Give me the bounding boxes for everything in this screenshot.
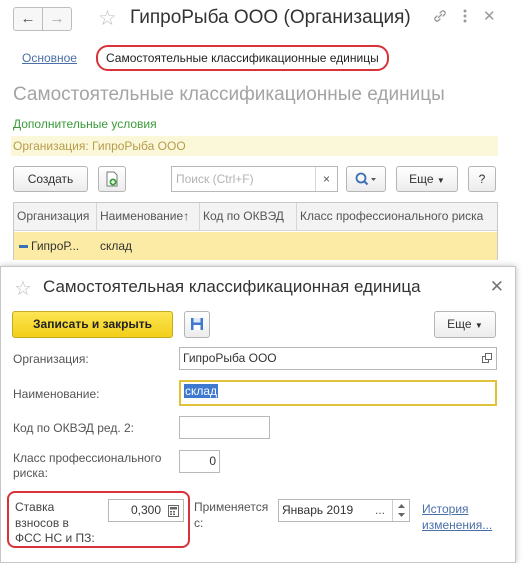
link-icon[interactable] — [432, 8, 448, 29]
chevron-down-icon: ▼ — [436, 176, 445, 185]
history-link-line2[interactable]: изменения... — [422, 518, 492, 532]
save-button[interactable] — [184, 311, 210, 338]
rate-field[interactable]: 0,300 — [108, 499, 184, 522]
organization-value: ГипроРыба ООО — [183, 351, 277, 365]
okved-label: Код по ОКВЭД ред. 2: — [13, 421, 135, 435]
units-table: Организация Наименование↑ Код по ОКВЭД К… — [13, 202, 498, 260]
magnifier-icon — [355, 172, 377, 189]
dialog-chevron-down-icon: ▼ — [474, 321, 483, 330]
floppy-disk-icon — [190, 318, 204, 334]
risk-class-label-line1: Класс профессионального — [13, 451, 162, 465]
organization-filter: Организация: ГипроРыба ООО — [11, 136, 498, 156]
select-period-button[interactable]: ... — [370, 500, 390, 521]
dialog-more-button[interactable]: Еще ▼ — [434, 311, 496, 338]
additional-conditions-link[interactable]: Дополнительные условия — [13, 117, 157, 131]
search-placeholder: Поиск (Ctrl+F) — [176, 172, 254, 186]
tab-classification-units[interactable]: Самостоятельные классификационные единиц… — [96, 45, 389, 71]
back-button[interactable]: ← — [13, 7, 43, 31]
rate-label-line1: Ставка — [15, 500, 55, 514]
tabs-row: Основное Самостоятельные классификационн… — [0, 45, 524, 71]
page-title: Самостоятельные классификационные единиц… — [13, 84, 445, 105]
column-header-name-label: Наименование — [100, 209, 184, 223]
name-value: склад — [184, 384, 219, 398]
column-header-okved[interactable]: Код по ОКВЭД — [200, 203, 297, 230]
cell-organization: ГипроР... — [14, 232, 97, 260]
risk-class-label-line2: риска: — [13, 466, 48, 480]
cell-risk-class — [297, 232, 497, 260]
list-more-label: Еще — [409, 172, 434, 186]
applied-since-label-line1: Применяется — [194, 500, 269, 514]
search-input[interactable]: Поиск (Ctrl+F) × — [171, 166, 338, 192]
arrow-right-icon: → — [49, 10, 65, 27]
forward-button[interactable]: → — [42, 7, 72, 31]
dialog-close-icon[interactable]: ✕ — [490, 277, 504, 297]
help-button[interactable]: ? — [468, 166, 496, 192]
column-header-risk-class[interactable]: Класс профессионального риска — [297, 203, 497, 230]
cell-organization-text: ГипроР... — [31, 239, 80, 253]
rate-value: 0,300 — [130, 503, 161, 517]
applied-since-value: Январь 2019 — [282, 503, 354, 517]
rate-label-line3: ФСС НС и ПЗ: — [15, 531, 95, 545]
clear-search-button[interactable]: × — [315, 167, 337, 191]
dialog-more-label: Еще — [447, 317, 472, 331]
organization-label: Организация: — [13, 352, 89, 366]
save-and-close-button[interactable]: Записать и закрыть — [12, 311, 173, 338]
window-titlebar: ← → ☆ ГипроРыба ООО (Организация) ✕ — [0, 0, 524, 38]
sort-arrow-icon: ↑ — [183, 209, 190, 223]
dialog-title: Самостоятельная классификационная единиц… — [43, 277, 421, 296]
table-header: Организация Наименование↑ Код по ОКВЭД К… — [14, 203, 497, 231]
organization-field[interactable]: ГипроРыба ООО — [179, 347, 497, 370]
copy-create-button[interactable] — [98, 166, 126, 192]
more-vertical-icon[interactable] — [462, 8, 468, 29]
close-icon[interactable]: ✕ — [483, 8, 496, 26]
cell-okved — [200, 232, 297, 260]
history-link-line1[interactable]: История — [422, 502, 469, 516]
row-status-icon — [19, 245, 28, 249]
open-link-icon[interactable] — [482, 348, 493, 371]
classification-unit-dialog: ☆ Самостоятельная классификационная един… — [0, 266, 516, 563]
column-header-name[interactable]: Наименование↑ — [97, 203, 200, 230]
column-header-organization[interactable]: Организация — [14, 203, 97, 230]
risk-class-field[interactable]: 0 — [179, 450, 220, 473]
list-more-button[interactable]: Еще ▼ — [396, 166, 458, 192]
dialog-star-icon[interactable]: ☆ — [14, 278, 32, 300]
cell-name: склад — [100, 239, 133, 253]
rate-label-line2: взносов в — [15, 516, 69, 530]
period-spinner[interactable] — [392, 500, 409, 521]
add-document-icon — [105, 171, 119, 190]
create-button[interactable]: Создать — [13, 166, 88, 192]
tab-main[interactable]: Основное — [22, 51, 77, 65]
applied-since-label-line2: с: — [194, 516, 204, 530]
okved-field[interactable] — [179, 416, 270, 439]
applied-since-field[interactable]: Январь 2019 ... — [278, 499, 410, 522]
window-title: ГипроРыба ООО (Организация) — [130, 7, 411, 28]
name-label: Наименование: — [13, 387, 100, 401]
name-field[interactable]: склад — [179, 380, 497, 406]
arrow-left-icon: ← — [20, 10, 36, 27]
star-icon[interactable]: ☆ — [98, 8, 117, 30]
search-options-button[interactable] — [346, 166, 386, 192]
table-row[interactable]: ГипроР... склад — [14, 232, 497, 260]
calculator-icon[interactable] — [168, 500, 179, 524]
